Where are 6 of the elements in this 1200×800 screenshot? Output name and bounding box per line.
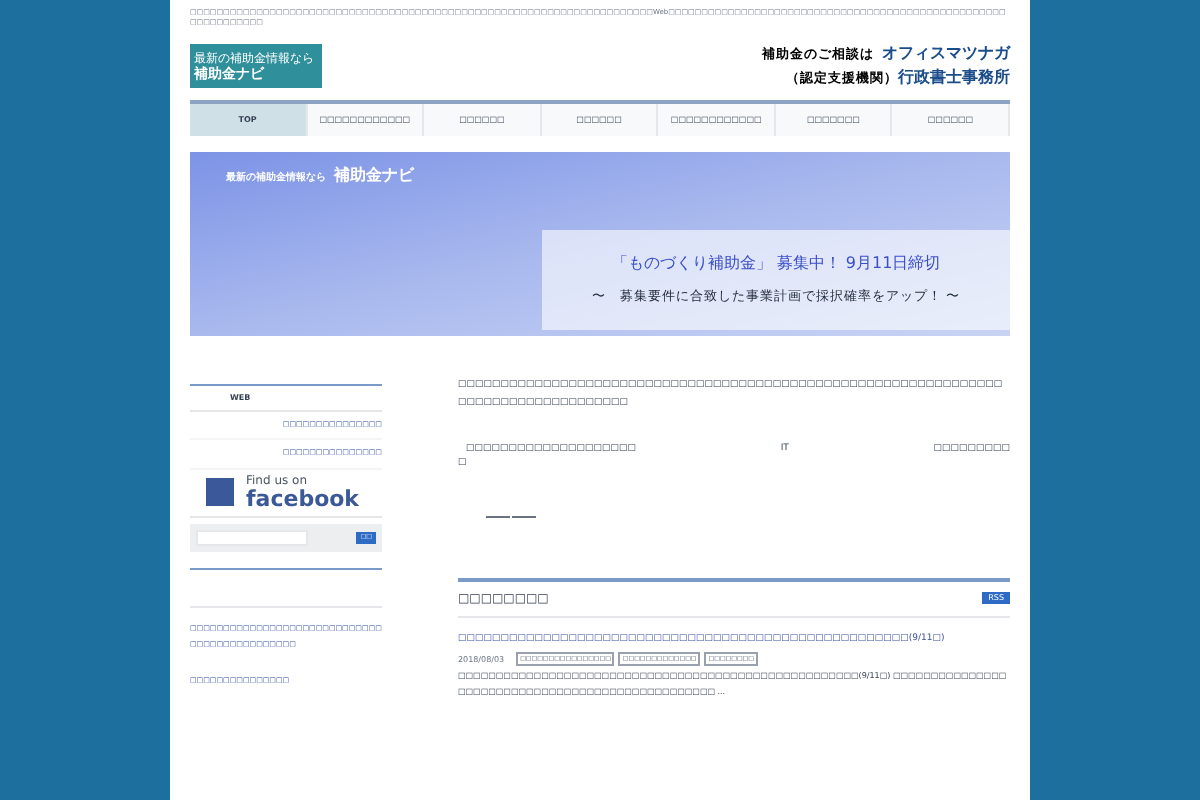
office-name: オフィスマツナガ bbox=[882, 42, 1010, 66]
search-field[interactable] bbox=[196, 529, 308, 545]
facebook-logo[interactable]: facebook bbox=[246, 487, 359, 509]
banner-brand: 補助金ナビ bbox=[334, 164, 414, 188]
office-title: 行政書士事務所 bbox=[898, 66, 1010, 90]
banner-headline: 「ものづくり補助金」 募集中！ 9月11日締切 bbox=[611, 252, 941, 277]
